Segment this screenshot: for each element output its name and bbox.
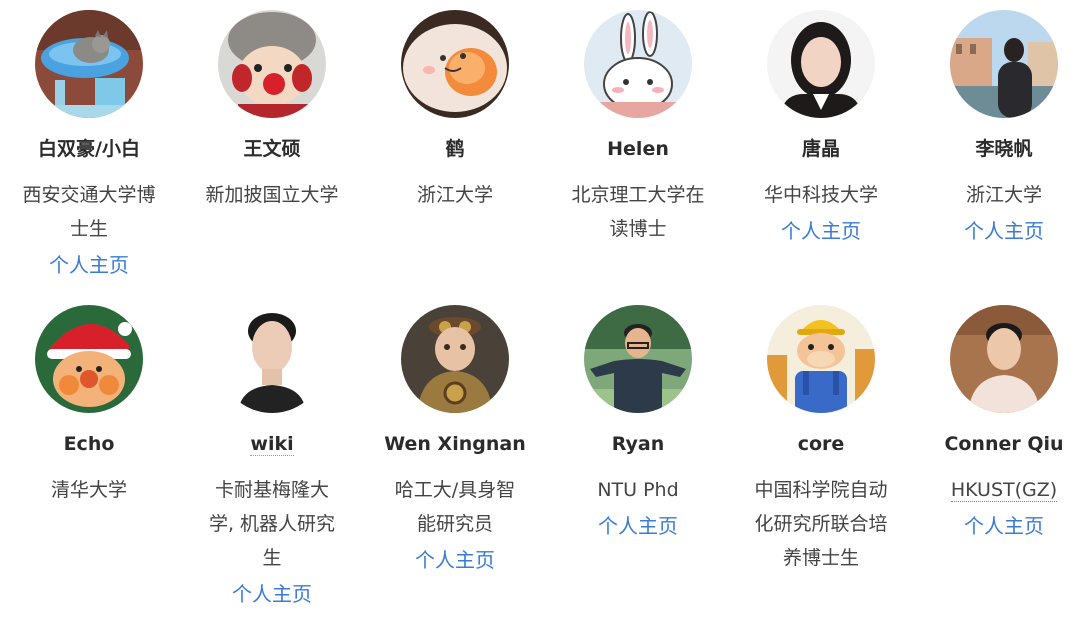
egg-yolk-avatar-icon	[401, 10, 509, 118]
bunny-avatar-icon	[584, 10, 692, 118]
portrait-avatar-icon	[950, 305, 1058, 413]
member-row-1: 白双豪/小白 西安交通大学博 士生 个人主页 王文硕 新加披国立大学 鹤 浙江大…	[0, 10, 1080, 282]
cartoon-bull-avatar-icon	[767, 305, 875, 413]
member-affiliation: 北京理工大学在 读博士	[571, 184, 705, 240]
member-card: 李晓帆 浙江大学 个人主页	[913, 10, 1080, 282]
member-name: 鹤	[445, 138, 465, 160]
homepage-link[interactable]: 个人主页	[964, 509, 1044, 543]
member-name: Helen	[607, 138, 669, 160]
member-card: 白双豪/小白 西安交通大学博 士生 个人主页	[0, 10, 180, 282]
member-card: 鹤 浙江大学	[364, 10, 546, 282]
portrait-avatar-icon	[218, 305, 326, 413]
homepage-link[interactable]: 个人主页	[598, 509, 678, 543]
member-name: 唐晶	[801, 138, 840, 160]
cartoon-man-avatar-icon	[584, 305, 692, 413]
member-card: 唐晶 华中科技大学 个人主页	[730, 10, 912, 282]
member-name: wiki	[250, 433, 294, 456]
member-affiliation: 浙江大学	[965, 184, 1042, 206]
member-affiliation: HKUST(GZ)	[950, 479, 1058, 502]
member-affiliation: 清华大学	[50, 479, 127, 501]
member-card: Helen 北京理工大学在 读博士	[547, 10, 729, 282]
member-row-2: Echo 清华大学 wiki 卡耐基梅隆大 学, 机器人研究 生 个人主页 We…	[0, 305, 1080, 611]
member-name: 李晓帆	[975, 138, 1033, 160]
portrait-avatar-icon	[767, 10, 875, 118]
venice-photo-avatar-icon	[950, 10, 1058, 118]
member-affiliation: 中国科学院自动 化研究所联合培 养博士生	[754, 479, 888, 569]
member-card: Conner Qiu HKUST(GZ) 个人主页	[913, 305, 1080, 611]
member-name: core	[797, 433, 845, 455]
member-affiliation: NTU Phd	[597, 479, 679, 501]
homepage-link[interactable]: 个人主页	[232, 577, 312, 611]
member-name: Ryan	[611, 433, 665, 455]
member-card: Echo 清华大学	[0, 305, 180, 611]
member-affiliation: 华中科技大学	[763, 184, 878, 206]
plush-toy-avatar-icon	[218, 10, 326, 118]
member-affiliation: 卡耐基梅隆大 学, 机器人研究 生	[208, 479, 336, 569]
member-affiliation: 新加披国立大学	[205, 184, 339, 206]
member-card: core 中国科学院自动 化研究所联合培 养博士生	[730, 305, 912, 611]
member-affiliation: 西安交通大学博 士生	[22, 184, 156, 240]
member-card: 王文硕 新加披国立大学	[181, 10, 363, 282]
member-name: Conner Qiu	[944, 433, 1064, 455]
member-name: Wen Xingnan	[384, 433, 526, 455]
homepage-link[interactable]: 个人主页	[49, 248, 129, 282]
anpanman-avatar-icon	[35, 305, 143, 413]
member-name: 白双豪/小白	[38, 138, 140, 160]
member-card: wiki 卡耐基梅隆大 学, 机器人研究 生 个人主页	[181, 305, 363, 611]
homepage-link[interactable]: 个人主页	[415, 543, 495, 577]
member-card: Ryan NTU Phd 个人主页	[547, 305, 729, 611]
member-name: 王文硕	[243, 138, 301, 160]
member-affiliation: 哈工大/具身智 能研究员	[394, 479, 516, 535]
homepage-link[interactable]: 个人主页	[781, 214, 861, 248]
cat-avatar-icon	[35, 10, 143, 118]
member-name: Echo	[63, 433, 115, 455]
steampunk-robot-avatar-icon	[401, 305, 509, 413]
member-card: Wen Xingnan 哈工大/具身智 能研究员 个人主页	[364, 305, 546, 611]
member-affiliation: 浙江大学	[416, 184, 493, 206]
homepage-link[interactable]: 个人主页	[964, 214, 1044, 248]
